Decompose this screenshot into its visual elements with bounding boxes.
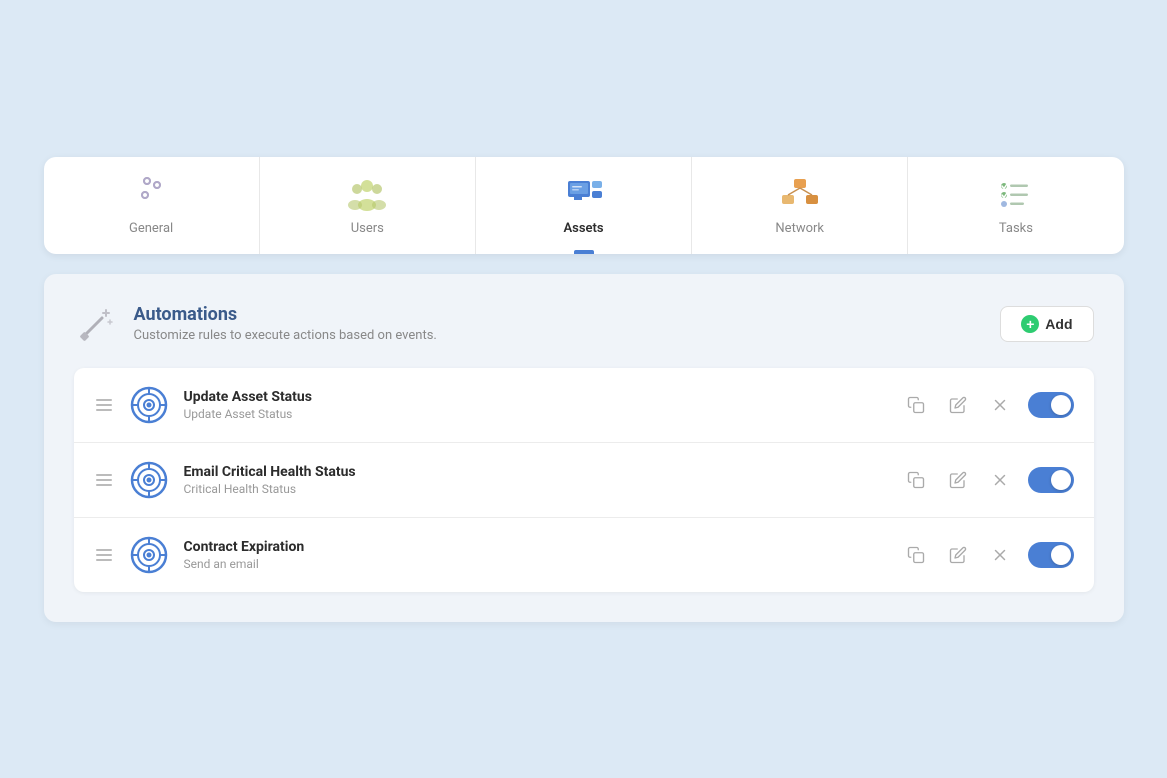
delete-button-2[interactable] [986,466,1014,494]
delete-button-1[interactable] [986,391,1014,419]
automations-text: Automations Customize rules to execute a… [134,304,437,343]
toggle-1[interactable] [1028,392,1074,418]
delete-button-3[interactable] [986,541,1014,569]
add-automation-button[interactable]: + Add [1000,306,1093,342]
automation-item-title-3: Contract Expiration [184,539,886,555]
drag-handle-3[interactable] [94,545,114,565]
automation-item-title-1: Update Asset Status [184,389,886,405]
tab-general[interactable]: General [44,157,260,254]
automations-header: Automations Customize rules to execute a… [74,302,1094,346]
automation-item-subtitle-1: Update Asset Status [184,407,886,421]
automation-item-title-2: Email Critical Health Status [184,464,886,480]
tab-network[interactable]: Network [692,157,908,254]
users-icon [347,177,387,213]
automation-item-actions-2 [902,466,1074,494]
edit-button-2[interactable] [944,466,972,494]
automation-item-info-2: Email Critical Health Status Critical He… [184,464,886,496]
automation-item-3: Contract Expiration Send an email [74,518,1094,592]
automation-item-2: Email Critical Health Status Critical He… [74,443,1094,518]
toggle-2[interactable] [1028,467,1074,493]
automations-left: Automations Customize rules to execute a… [74,302,437,346]
tab-users-label: Users [351,221,384,236]
tab-users[interactable]: Users [260,157,476,254]
copy-button-1[interactable] [902,391,930,419]
gear-icon [131,177,171,213]
automations-icon [74,302,118,346]
automation-item-1: Update Asset Status Update Asset Status [74,368,1094,443]
automation-item-actions-3 [902,541,1074,569]
automation-item-subtitle-2: Critical Health Status [184,482,886,496]
automations-title: Automations [134,304,437,325]
automations-description: Customize rules to execute actions based… [134,328,437,343]
tab-general-label: General [129,221,173,236]
tab-tasks-label: Tasks [999,221,1033,236]
tab-assets-label: Assets [563,221,603,236]
nav-card: General Users [44,157,1124,254]
edit-button-3[interactable] [944,541,972,569]
drag-handle-2[interactable] [94,470,114,490]
toggle-3[interactable] [1028,542,1074,568]
copy-button-2[interactable] [902,466,930,494]
network-icon [780,177,820,213]
automation-item-icon-3 [130,536,168,574]
tasks-icon [996,177,1036,213]
add-button-label: Add [1045,316,1072,332]
automation-item-icon-2 [130,461,168,499]
drag-handle-1[interactable] [94,395,114,415]
tab-tasks[interactable]: Tasks [908,157,1123,254]
automation-list: Update Asset Status Update Asset Status [74,368,1094,592]
assets-icon [564,177,604,213]
automation-item-info-3: Contract Expiration Send an email [184,539,886,571]
tab-assets[interactable]: Assets [476,157,692,254]
edit-button-1[interactable] [944,391,972,419]
copy-button-3[interactable] [902,541,930,569]
automation-item-subtitle-3: Send an email [184,557,886,571]
automation-item-icon-1 [130,386,168,424]
main-content-card: Automations Customize rules to execute a… [44,274,1124,622]
automation-item-actions-1 [902,391,1074,419]
tab-network-label: Network [775,221,824,236]
plus-icon: + [1021,315,1039,333]
automation-item-info-1: Update Asset Status Update Asset Status [184,389,886,421]
